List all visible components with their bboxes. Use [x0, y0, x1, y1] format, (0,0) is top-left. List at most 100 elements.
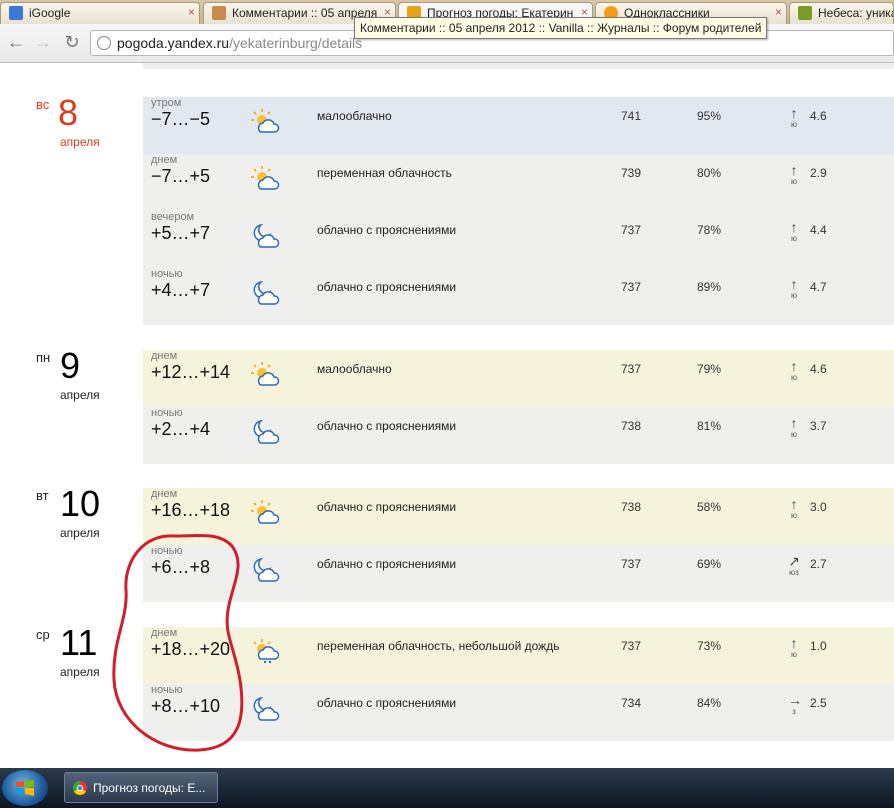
reload-icon[interactable]: ↻ [61, 31, 83, 53]
wind-arrow: ↑ [790, 635, 798, 651]
wind-direction: ю [791, 511, 797, 520]
forecast-row: днем +16…+18 облачно с прояснениями 738 58% ↑… [143, 488, 894, 545]
tab-igoogle[interactable]: iGoogle × [0, 2, 200, 24]
forecast-row: днем +12…+14 малооблачно 737 79% ↑ ю 4.6 [143, 350, 894, 407]
wind-speed: 4.6 [810, 362, 827, 376]
forecast-row: ночью +6…+8 облачно с прояснениями 737 69% ↗ ю… [143, 545, 894, 602]
pressure: 738 [621, 500, 642, 514]
month-label: апреля [60, 388, 100, 402]
condition-text: облачно с прояснениями [317, 557, 457, 571]
period-label: ночью [151, 684, 183, 696]
tab-tooltip: Комментарии :: 05 апреля 2012 :: Vanilla… [354, 17, 768, 39]
period-label: вечером [151, 211, 195, 223]
pressure: 739 [621, 166, 642, 180]
temperature: +18…+20 [151, 639, 231, 659]
pressure: 737 [621, 362, 642, 376]
temperature: −7…−5 [151, 109, 211, 129]
nebesa-favicon-icon [798, 6, 812, 20]
wind-direction-icon: ↑ ю [788, 163, 800, 187]
condition-text: облачно с прояснениями [317, 280, 457, 294]
period-label: днем [151, 627, 178, 639]
wind-direction: юз [789, 568, 799, 577]
humidity: 84% [697, 696, 722, 710]
temperature: +12…+14 [151, 362, 231, 382]
wind-arrow: ↗ [788, 553, 800, 569]
wind-arrow: ↑ [790, 219, 798, 235]
url-path: /yekaterinburg/details [229, 35, 363, 51]
wind-direction-icon: ↑ ю [788, 636, 800, 660]
close-icon[interactable]: × [188, 5, 195, 19]
task-title: Прогноз погоды: Е... [93, 781, 206, 795]
humidity: 89% [697, 280, 722, 294]
condition-text: переменная облачность, небольшой дождь [317, 639, 560, 653]
forecast-row: утром −7…−5 малооблачно 741 95% ↑ ю 4.6 [143, 97, 894, 154]
condition-text: малооблачно [317, 362, 392, 376]
forecast-row: ночью +8…+10 облачно с прояснениями 734 84% →… [143, 684, 894, 741]
humidity: 95% [697, 109, 722, 123]
temperature: +16…+18 [151, 500, 231, 520]
wind-speed: 3.7 [810, 419, 827, 433]
wind-direction-icon: ↗ юз [788, 554, 800, 578]
wind-direction-icon: ↑ ю [788, 416, 800, 440]
period-label: ночью [151, 545, 183, 557]
taskbar: Прогноз погоды: Е... [0, 768, 894, 808]
wind-arrow: ↑ [790, 162, 798, 178]
pressure: 737 [621, 639, 642, 653]
close-icon[interactable]: × [775, 5, 782, 19]
start-button[interactable] [2, 770, 48, 806]
wind-direction-icon: ↑ ю [788, 497, 800, 521]
pressure: 737 [621, 557, 642, 571]
period-label: днем [151, 488, 178, 500]
condition-text: переменная облачность [317, 166, 452, 180]
wind-direction: ю [791, 650, 797, 659]
wind-speed: 2.5 [810, 696, 827, 710]
forecast-row: ночью +4…+7 облачно с прояснениями 737 89% ↑ ю… [143, 268, 894, 325]
cloudy-night-icon [251, 222, 281, 248]
igoogle-favicon-icon [9, 6, 23, 20]
humidity: 81% [697, 419, 722, 433]
weather-page: вс 8 апреля утром −7…−5 малооблачно 741 95% ↑ ю 4.… [0, 63, 894, 768]
partly-cloudy-day-icon [251, 361, 281, 387]
condition-text: облачно с прояснениями [317, 696, 457, 710]
windows-logo-icon [16, 780, 34, 796]
cloudy-night-icon [251, 418, 281, 444]
day-number: 8 [58, 92, 79, 133]
forecast-row: ночью +2…+4 облачно с прояснениями 738 81% ↑ ю… [143, 407, 894, 464]
humidity: 58% [697, 500, 722, 514]
wind-speed: 3.0 [810, 500, 827, 514]
period-label: днем [151, 350, 178, 362]
day-of-week: ср [36, 627, 50, 642]
wind-direction-icon: → з [788, 692, 802, 717]
forecast-row: вечером +5…+7 облачно с прояснениями 737 78%… [143, 211, 894, 268]
tab-title: iGoogle [29, 6, 71, 20]
taskbar-chrome-window[interactable]: Прогноз погоды: Е... [64, 772, 218, 803]
wind-direction-icon: ↑ ю [788, 106, 800, 130]
cloudy-night-icon [251, 556, 281, 582]
url-text: pogoda.yandex.ru/yekaterinburg/details [117, 35, 362, 51]
tab-title: Небеса: уника [818, 6, 893, 20]
pressure: 734 [621, 696, 642, 710]
light-rain-day-icon [251, 638, 281, 664]
previous-section-edge [143, 63, 894, 69]
chrome-icon [73, 781, 87, 795]
cloudy-night-icon [251, 279, 281, 305]
wind-direction: ю [791, 177, 797, 186]
wind-arrow: ↑ [790, 105, 798, 121]
wind-speed: 4.4 [810, 223, 827, 237]
wind-arrow: → [788, 692, 802, 708]
wind-direction: ю [791, 291, 797, 300]
period-label: днем [151, 154, 178, 166]
day-of-week: пн [36, 350, 51, 365]
partly-cloudy-day-icon [251, 165, 281, 191]
day-of-week: вт [36, 488, 49, 503]
condition-text: малооблачно [317, 109, 392, 123]
cloudy-night-icon [251, 695, 281, 721]
humidity: 78% [697, 223, 722, 237]
back-icon[interactable]: ← [5, 31, 27, 53]
forward-icon[interactable]: → [32, 31, 54, 53]
tab-nebesa[interactable]: Небеса: уника [789, 2, 894, 24]
pressure: 741 [621, 109, 642, 123]
url-host: pogoda.yandex.ru [117, 35, 230, 51]
pressure: 737 [621, 223, 642, 237]
temperature: +6…+8 [151, 557, 211, 577]
